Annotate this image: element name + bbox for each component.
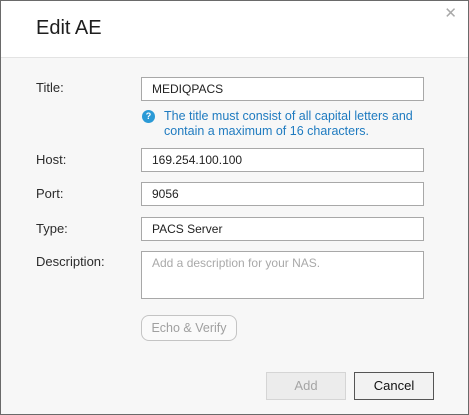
description-label: Description: [36, 254, 105, 269]
edit-ae-dialog: Edit AE ✕ Title: MEDIQPACS ? The title m… [0, 0, 469, 415]
description-input[interactable] [141, 251, 424, 299]
host-label: Host: [36, 152, 67, 167]
dialog-header: Edit AE ✕ [1, 1, 468, 58]
type-label: Type: [36, 221, 68, 236]
type-field[interactable]: PACS Server [141, 217, 424, 241]
dialog-title: Edit AE [36, 17, 102, 39]
title-input[interactable]: MEDIQPACS [141, 77, 424, 101]
add-button[interactable]: Add [266, 372, 346, 400]
cancel-button[interactable]: Cancel [354, 372, 434, 400]
port-input[interactable]: 9056 [141, 182, 424, 206]
echo-verify-button[interactable]: Echo & Verify [141, 315, 237, 341]
close-icon[interactable]: ✕ [444, 6, 457, 21]
info-icon: ? [142, 110, 155, 123]
title-label: Title: [36, 80, 64, 95]
title-hint: The title must consist of all capital le… [164, 109, 413, 138]
host-input[interactable]: 169.254.100.100 [141, 148, 424, 172]
port-label: Port: [36, 186, 64, 201]
